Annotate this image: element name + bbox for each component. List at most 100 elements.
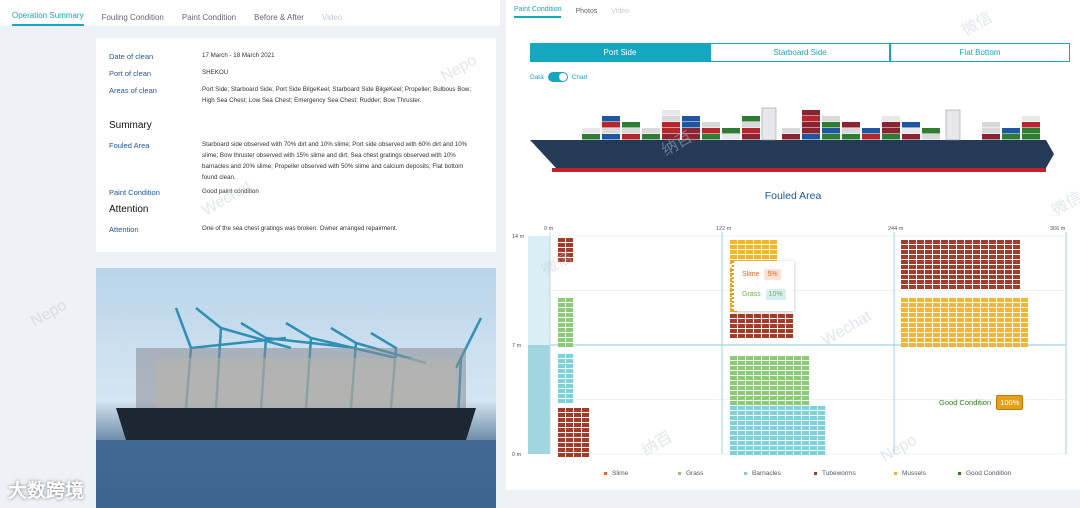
block-grass: [558, 333, 565, 337]
block-grass: [762, 371, 769, 375]
block-barnacles: [738, 426, 745, 430]
block-mussels: [989, 303, 996, 307]
legend-item-mussels[interactable]: Mussels: [894, 470, 926, 477]
block-tubeworms: [746, 334, 753, 338]
left-tab-fouling-condition[interactable]: Fouling Condition: [102, 13, 164, 26]
block-barnacles: [778, 436, 785, 440]
block-tubeworms: [901, 280, 908, 284]
legend-swatch: [958, 471, 961, 475]
block-tubeworms: [786, 329, 793, 333]
block-tubeworms: [917, 255, 924, 259]
block-tubeworms: [566, 418, 573, 422]
block-grass: [754, 381, 761, 385]
left-tab-video[interactable]: Video: [322, 13, 342, 26]
block-grass: [746, 366, 753, 370]
block-barnacles: [786, 411, 793, 415]
block-tubeworms: [997, 260, 1004, 264]
container-box: [822, 116, 840, 122]
block-grass: [778, 361, 785, 365]
block-mussels: [746, 245, 753, 249]
right-tab-video[interactable]: Video: [611, 8, 629, 18]
block-barnacles: [802, 421, 809, 425]
block-grass: [794, 376, 801, 380]
block-barnacles: [794, 406, 801, 410]
block-barnacles: [794, 411, 801, 415]
block-barnacles: [558, 364, 565, 368]
container-box: [802, 110, 820, 116]
block-tubeworms: [997, 245, 1004, 249]
block-grass: [754, 401, 761, 405]
block-tubeworms: [941, 285, 948, 289]
block-barnacles: [770, 406, 777, 410]
block-tubeworms: [1005, 270, 1012, 274]
block-grass: [786, 386, 793, 390]
left-tab-paint-condition[interactable]: Paint Condition: [182, 13, 236, 26]
legend-item-slime[interactable]: Slime: [604, 470, 628, 477]
block-tubeworms: [933, 265, 940, 269]
tooltip-slime-label: Slime: [742, 271, 760, 278]
container-box: [882, 128, 900, 134]
block-grass: [794, 356, 801, 360]
legend-item-good-condition[interactable]: Good Condition: [958, 470, 1011, 477]
block-tubeworms: [901, 265, 908, 269]
block-mussels: [973, 318, 980, 322]
block-tubeworms: [949, 285, 956, 289]
block-barnacles: [786, 426, 793, 430]
legend-label: Grass: [686, 470, 704, 477]
block-grass: [566, 308, 573, 312]
block-mussels: [997, 323, 1004, 327]
block-barnacles: [810, 451, 817, 455]
legend-item-barnacles[interactable]: Barnacles: [744, 470, 781, 477]
block-barnacles: [558, 374, 565, 378]
block-barnacles: [558, 369, 565, 373]
block-barnacles: [802, 431, 809, 435]
block-mussels: [730, 250, 737, 254]
block-mussels: [917, 303, 924, 307]
block-tubeworms: [566, 453, 573, 457]
block-grass: [730, 386, 737, 390]
block-grass: [778, 396, 785, 400]
legend-item-tubeworms[interactable]: Tubeworms: [814, 470, 856, 477]
side-button-port-side[interactable]: Port Side: [530, 43, 710, 62]
block-mussels: [973, 343, 980, 347]
vessel-photo[interactable]: [96, 268, 496, 508]
side-button-starboard-side[interactable]: Starboard Side: [710, 43, 890, 62]
block-tubeworms: [925, 240, 932, 244]
block-mussels: [1013, 343, 1020, 347]
block-mussels: [1021, 323, 1028, 327]
block-grass: [794, 361, 801, 365]
good-condition-badge: 100%: [996, 395, 1024, 410]
block-grass: [730, 391, 737, 395]
block-mussels: [1005, 298, 1012, 302]
right-tab-photos[interactable]: Photos: [575, 8, 597, 18]
block-tubeworms: [558, 408, 565, 412]
block-tubeworms: [566, 413, 573, 417]
block-grass: [786, 361, 793, 365]
block-mussels: [981, 303, 988, 307]
block-mussels: [909, 333, 916, 337]
container-box: [1002, 128, 1020, 134]
block-barnacles: [738, 406, 745, 410]
side-button-flat-bottom[interactable]: Flat Bottom: [890, 43, 1070, 62]
toggle-data-label[interactable]: Data: [530, 74, 544, 81]
data-chart-toggle: Data Chart: [530, 72, 588, 82]
block-tubeworms: [965, 260, 972, 264]
container-box: [702, 122, 720, 128]
block-mussels: [770, 250, 777, 254]
block-grass: [794, 371, 801, 375]
block-grass: [558, 313, 565, 317]
view-switch[interactable]: [547, 72, 568, 82]
container-box: [802, 122, 820, 128]
block-grass: [770, 371, 777, 375]
container-box: [902, 122, 920, 128]
block-tubeworms: [738, 319, 745, 323]
right-tab-paint-condition[interactable]: Paint Condition: [514, 6, 562, 18]
block-tubeworms: [566, 433, 573, 437]
legend-item-grass[interactable]: Grass: [678, 470, 703, 477]
block-barnacles: [794, 436, 801, 440]
left-tab-operation-summary[interactable]: Operation Summary: [12, 11, 84, 26]
block-barnacles: [770, 416, 777, 420]
left-tab-before-after[interactable]: Before & After: [254, 13, 304, 26]
toggle-chart-label[interactable]: Chart: [572, 74, 588, 81]
block-grass: [770, 381, 777, 385]
